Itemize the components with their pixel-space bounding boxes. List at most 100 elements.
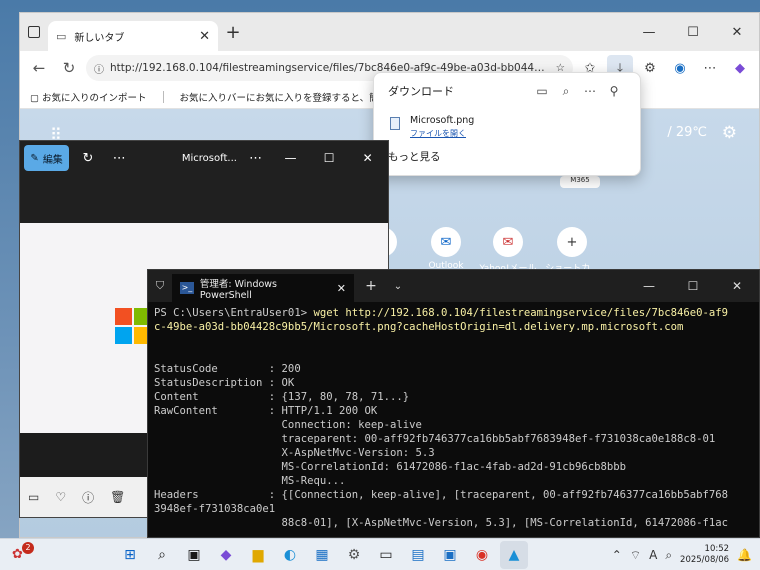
maximize-button[interactable]: ☐ [671,25,715,40]
search-icon[interactable]: ⌕ [554,84,578,99]
info-icon[interactable]: ⓘ [94,61,104,76]
tab-close-icon[interactable]: ✕ [199,29,210,44]
shortcut-outlook[interactable]: ✉ Outlook [416,227,476,271]
more-icon[interactable]: ⋯ [697,55,723,81]
ps-maximize-button[interactable]: ☐ [671,279,715,293]
chrome-icon[interactable]: ◉ [468,541,496,569]
notification-bell-icon[interactable]: 🔔 [737,548,752,562]
add-shortcut-icon: + [557,227,587,257]
console-line: traceparent: 00-aff92fb746377ca16bb5abf7… [281,433,716,445]
photos-close-button[interactable]: ✕ [351,151,384,165]
ps-minimize-button[interactable]: — [627,279,671,293]
chevron-down-icon[interactable]: ⌄ [388,281,408,292]
console-line: MS-Requ... [281,475,346,487]
edge-icon[interactable]: ◐ [276,541,304,569]
tab-new-tab[interactable]: ▭ 新しいタブ ✕ [48,21,218,51]
photos-maximize-button[interactable]: ☐ [313,151,346,165]
title-more-icon[interactable]: ⋯ [243,151,268,166]
see-more-link[interactable]: もっと見る [374,145,640,168]
search-icon[interactable]: ⌕ [148,541,176,569]
weather-text[interactable]: / 29℃ [667,125,707,140]
file-icon [390,117,400,130]
more-icon[interactable]: ⋯ [107,151,132,166]
volume-icon[interactable]: ⌕ [665,548,672,563]
m365-icon[interactable]: ◆ [212,541,240,569]
fav-separator [162,90,164,103]
console-line: Headers : {[Connection, keep-alive], [tr… [154,489,729,501]
delete-icon[interactable]: 🗑 [110,490,125,504]
store-icon[interactable]: ▦ [308,541,336,569]
yahoo-mail-icon: ✉ [493,227,523,257]
remote-desktop-icon[interactable]: ▣ [436,541,464,569]
tab-title: 新しいタブ [74,32,125,44]
info-icon[interactable]: ⓘ [82,489,94,506]
fav-import-link[interactable]: ▢ お気に入りのインポート [30,90,147,104]
task-view-icon[interactable]: ▣ [180,541,208,569]
network-icon[interactable]: ⌔ [630,548,641,563]
edit-icon: ✎ [30,152,39,164]
command-text: wget http://192.168.0.104/filestreamings… [313,307,729,319]
ime-icon[interactable]: A [649,548,657,562]
pin-icon[interactable]: ⚲ [602,84,626,98]
download-file-name: Microsoft.png [410,115,475,126]
photos-title: Microsoft... [181,152,237,164]
download-item[interactable]: Microsoft.png ファイルを開く [374,109,640,145]
chevron-up-icon[interactable]: ⌃ [612,548,622,562]
open-folder-icon[interactable]: ▭ [530,84,554,98]
start-icon[interactable]: ⊞ [116,541,144,569]
settings-gear-icon[interactable]: ⚙ [722,123,737,143]
new-tab-button[interactable]: + [354,278,388,294]
rotate-icon[interactable]: ↻ [75,151,100,166]
download-panel-title: ダウンロード [388,85,454,98]
terminal-icon[interactable]: ▭ [372,541,400,569]
prompt: PS C:\Users\EntraUser01> [154,307,314,319]
shield-icon: ⛉ [155,279,165,292]
copilot-icon[interactable]: ◆ [727,55,753,81]
console-line: Content : {137, 80, 78, 71...} [154,391,410,403]
console-line: 3948ef-f731038ca0e1 [154,503,276,515]
notepad-icon[interactable]: ▤ [404,541,432,569]
edit-button[interactable]: ✎ 編集 [24,145,70,171]
extensions-icon[interactable]: ⚙ [637,55,663,81]
open-file-link[interactable]: ファイルを開く [410,128,474,139]
clock-time: 10:52 [704,544,730,554]
ps-close-button[interactable]: ✕ [715,279,759,293]
close-button[interactable]: ✕ [715,25,759,40]
file-explorer-icon[interactable]: ▆ [244,541,272,569]
console-line: MS-CorrelationId: 61472086-f1ac-4fab-ad2… [281,461,626,473]
filmstrip-icon[interactable]: ▭ [28,490,39,504]
shortcut-yahoo-mail[interactable]: ✉ Yahoo!メール [478,227,538,274]
more-options-icon[interactable]: ⋯ [578,84,602,98]
widgets-button[interactable]: ✿ 2 [0,539,40,570]
console-line: X-AspNetMvc-Version: 5.3 [281,447,435,459]
favorite-heart-icon[interactable]: ♡ [55,490,66,504]
clock-date: 2025/08/06 [680,555,730,565]
console-line: StatusCode : 200 [154,363,301,375]
m365-badge: M365 [560,176,600,188]
powershell-tab[interactable]: >_ 管理者: Windows PowerShell ✕ [172,274,354,302]
console-line: RawContent : HTTP/1.1 200 OK [154,405,378,417]
refresh-icon[interactable]: ↻ [56,59,82,77]
photos-toolbar-area [20,175,388,223]
shortcut-add[interactable]: + ショートカ... [542,227,602,274]
console-line: StatusDescription : OK [154,377,295,389]
tab-favicon-icon: ▭ [56,29,67,43]
photos-icon[interactable]: ▲ [500,541,528,569]
back-icon[interactable]: ← [26,59,52,77]
settings-icon[interactable]: ⚙ [340,541,368,569]
notification-badge: 2 [22,541,34,554]
command-output: StatusCode : 200 StatusDescription : OK … [154,363,728,529]
powershell-icon: >_ [180,282,194,294]
download-panel: ダウンロード ▭ ⌕ ⋯ ⚲ Microsoft.png ファイルを開く もっと… [373,72,641,176]
console-output[interactable]: PS C:\Users\EntraUser01> wget http://192… [148,302,759,539]
command-text-cont: c-49be-a03d-bb04428c9bb5/Microsoft.png?c… [154,321,684,333]
clock[interactable]: 10:52 2025/08/06 [680,544,729,566]
microsoft-logo [115,308,151,344]
photos-minimize-button[interactable]: — [274,151,307,165]
new-tab-button[interactable]: + [218,22,248,43]
tab-actions-icon[interactable] [20,13,48,51]
profile-icon[interactable]: ◉ [667,55,693,81]
tab-close-icon[interactable]: ✕ [337,282,346,295]
minimize-button[interactable]: — [627,25,671,40]
outlook-icon: ✉ [431,227,461,257]
